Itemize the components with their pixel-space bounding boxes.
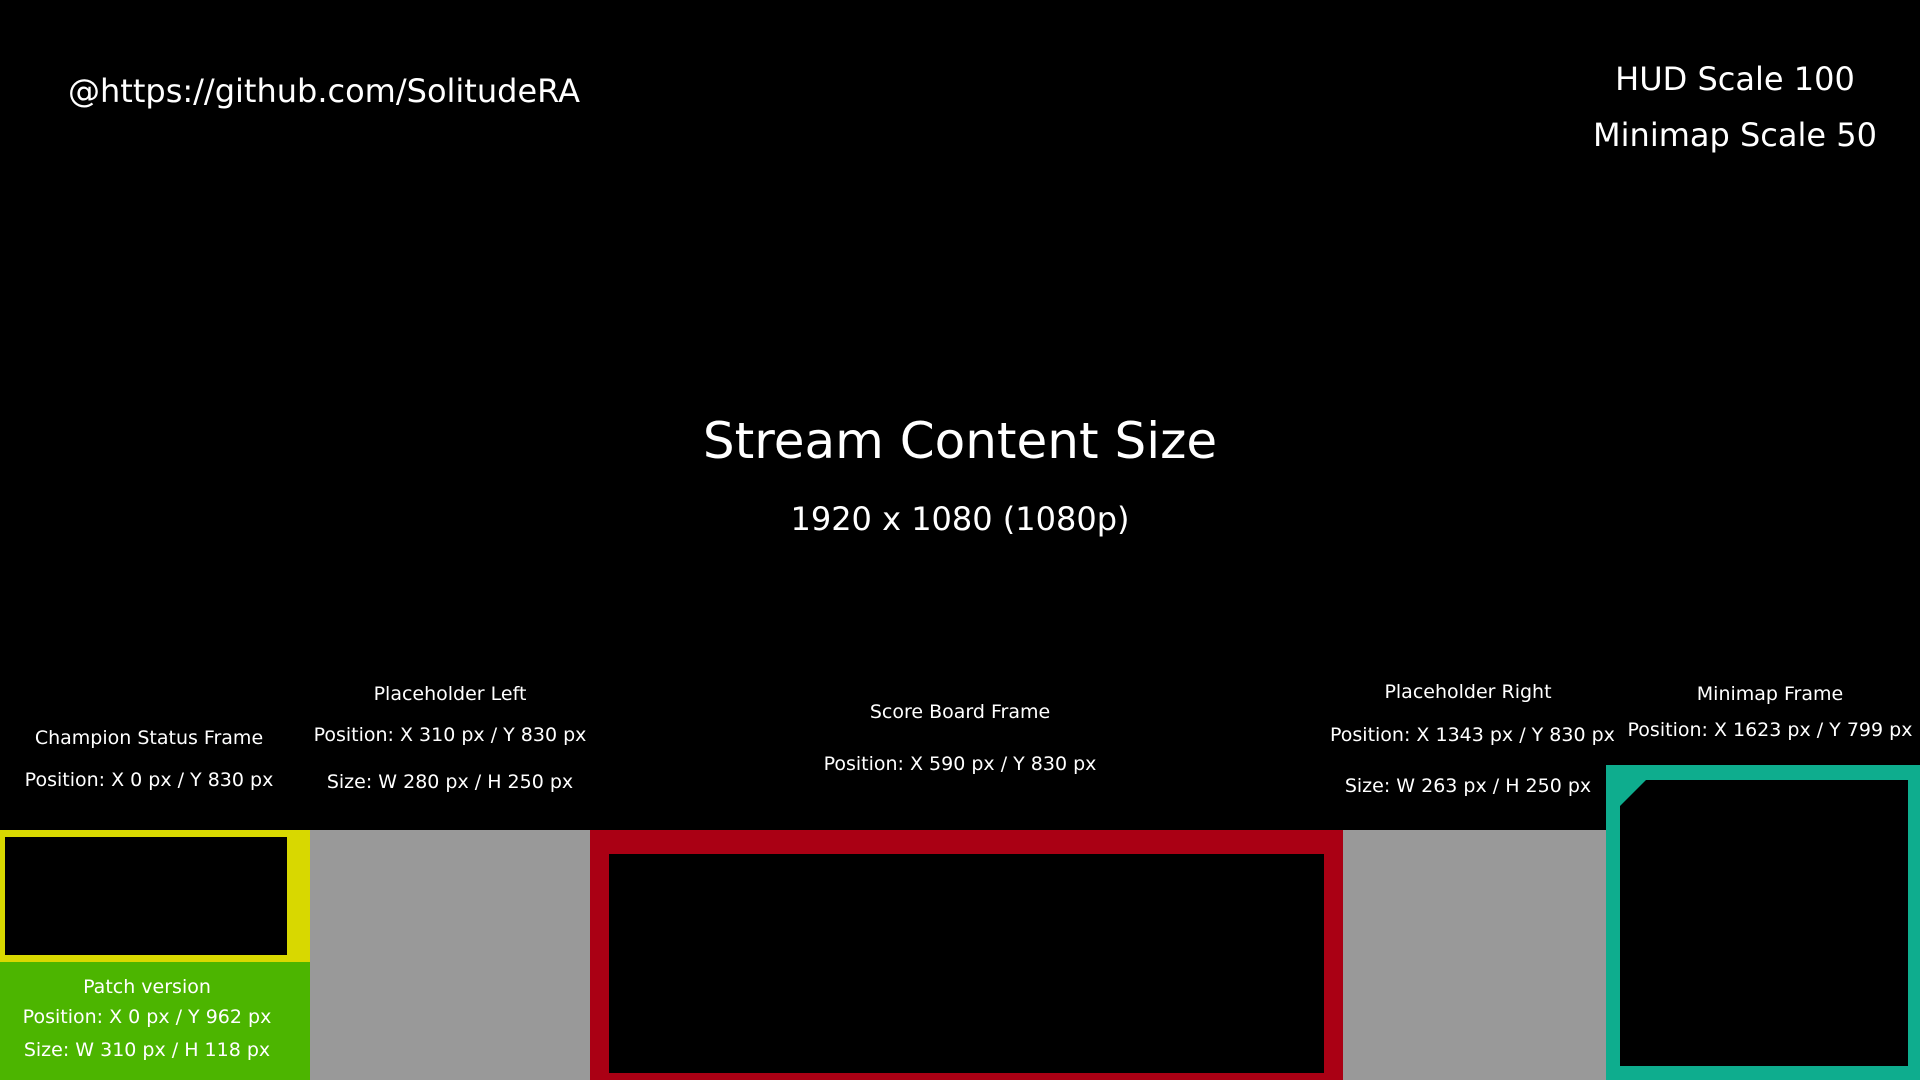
minimap-frame-label: Minimap Frame <box>1696 683 1844 705</box>
placeholder-right-position: Position: X 1343 px / Y 830 px <box>1330 724 1615 746</box>
champion-status-position: Position: X 0 px / Y 830 px <box>24 769 274 791</box>
score-board-position: Position: X 590 px / Y 830 px <box>823 753 1097 775</box>
credit-text: @https://github.com/SolitudeRA <box>68 72 580 110</box>
stream-content-title: Stream Content Size <box>702 412 1218 470</box>
minimap-frame <box>1606 765 1920 1080</box>
placeholder-left-position: Position: X 310 px / Y 830 px <box>313 724 587 746</box>
placeholder-left-size: Size: W 280 px / H 250 px <box>326 771 574 793</box>
placeholder-left-label: Placeholder Left <box>373 683 527 705</box>
champion-status-label: Champion Status Frame <box>34 727 264 749</box>
placeholder-left-frame <box>310 830 590 1080</box>
placeholder-right-size: Size: W 263 px / H 250 px <box>1344 775 1592 797</box>
score-board-frame <box>590 830 1343 1080</box>
patch-version-position: Position: X 0 px / Y 962 px <box>22 1006 272 1028</box>
placeholder-right-frame <box>1343 830 1606 1080</box>
stream-content-size: 1920 x 1080 (1080p) <box>790 500 1130 538</box>
patch-version-size: Size: W 310 px / H 118 px <box>23 1039 271 1061</box>
score-board-frame-inner <box>609 854 1324 1073</box>
placeholder-right-label: Placeholder Right <box>1384 681 1552 703</box>
minimap-frame-inner <box>1620 780 1908 1066</box>
score-board-label: Score Board Frame <box>869 701 1051 723</box>
patch-version-label: Patch version <box>83 976 211 998</box>
champion-status-frame-inner <box>5 837 287 955</box>
minimap-frame-position: Position: X 1623 px / Y 799 px <box>1627 719 1913 741</box>
champion-status-frame <box>0 830 310 962</box>
patch-version-frame: Patch version Position: X 0 px / Y 962 p… <box>0 962 310 1080</box>
minimap-scale-text: Minimap Scale 50 <box>1593 116 1877 154</box>
hud-scale-text: HUD Scale 100 <box>1615 60 1855 98</box>
